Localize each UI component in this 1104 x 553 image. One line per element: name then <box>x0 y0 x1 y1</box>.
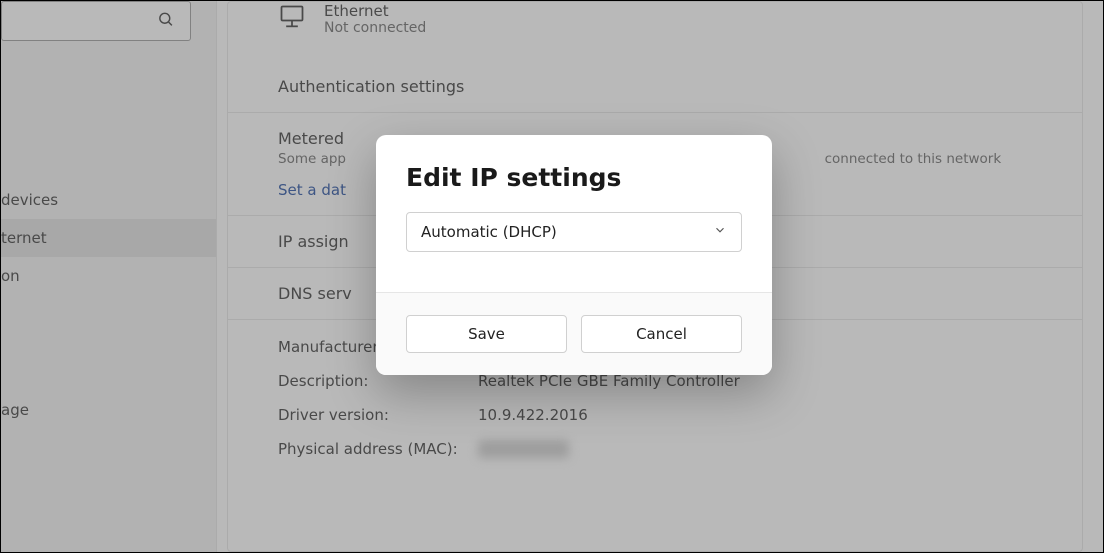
dialog-title: Edit IP settings <box>406 163 742 192</box>
save-button[interactable]: Save <box>406 315 567 353</box>
cancel-button[interactable]: Cancel <box>581 315 742 353</box>
edit-ip-settings-dialog: Edit IP settings Automatic (DHCP) Save C… <box>376 135 772 375</box>
ip-settings-dropdown[interactable]: Automatic (DHCP) <box>406 212 742 252</box>
chevron-down-icon <box>713 223 727 241</box>
dropdown-value: Automatic (DHCP) <box>421 223 557 241</box>
